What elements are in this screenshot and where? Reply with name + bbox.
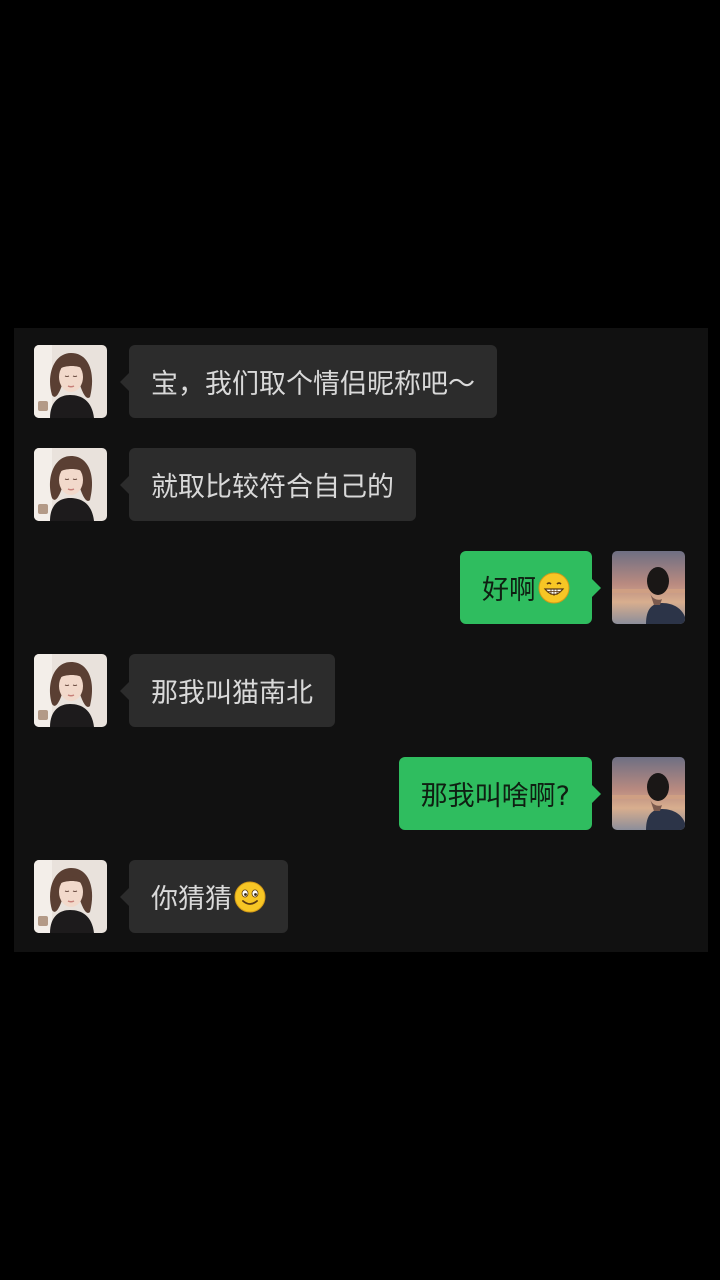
chat-screen: 宝，我们取个情侣昵称吧～ 就取比较符合自己的 好啊 那我叫猫南北 那我叫啥啊? …: [0, 0, 720, 1280]
girl-avatar-icon: [34, 654, 107, 727]
contact-avatar[interactable]: [34, 654, 107, 727]
message-text: 你猜猜: [151, 884, 232, 915]
message-row: 好啊: [14, 551, 708, 625]
outgoing-message-bubble[interactable]: 那我叫啥啊?: [398, 757, 602, 830]
grinning-face-icon: [538, 572, 570, 604]
incoming-message-bubble[interactable]: 宝，我们取个情侣昵称吧～: [120, 345, 497, 418]
self-avatar[interactable]: [612, 757, 685, 830]
self-avatar[interactable]: [612, 551, 685, 624]
message-text: 好啊: [482, 575, 536, 606]
message-row: 就取比较符合自己的: [14, 448, 708, 522]
incoming-message-bubble[interactable]: 那我叫猫南北: [120, 654, 335, 727]
incoming-message-bubble[interactable]: 你猜猜: [120, 860, 288, 933]
contact-avatar[interactable]: [34, 860, 107, 933]
message-row: 那我叫啥啊?: [14, 757, 708, 831]
message-row: 宝，我们取个情侣昵称吧～: [14, 345, 708, 419]
message-text: 那我叫啥啊?: [420, 781, 570, 812]
boy-avatar-icon: [612, 551, 685, 624]
outgoing-message-bubble[interactable]: 好啊: [460, 551, 601, 624]
contact-avatar[interactable]: [34, 448, 107, 521]
boy-avatar-icon: [612, 757, 685, 830]
message-text: 就取比较符合自己的: [151, 472, 394, 503]
smiling-face-icon: [234, 881, 266, 913]
message-row: 那我叫猫南北: [14, 654, 708, 728]
incoming-message-bubble[interactable]: 就取比较符合自己的: [120, 448, 416, 521]
message-text: 宝，我们取个情侣昵称吧～: [151, 369, 475, 400]
girl-avatar-icon: [34, 860, 107, 933]
girl-avatar-icon: [34, 448, 107, 521]
message-text: 那我叫猫南北: [151, 678, 313, 709]
contact-avatar[interactable]: [34, 345, 107, 418]
chat-panel[interactable]: 宝，我们取个情侣昵称吧～ 就取比较符合自己的 好啊 那我叫猫南北 那我叫啥啊? …: [14, 328, 708, 952]
girl-avatar-icon: [34, 345, 107, 418]
message-row: 你猜猜: [14, 860, 708, 934]
